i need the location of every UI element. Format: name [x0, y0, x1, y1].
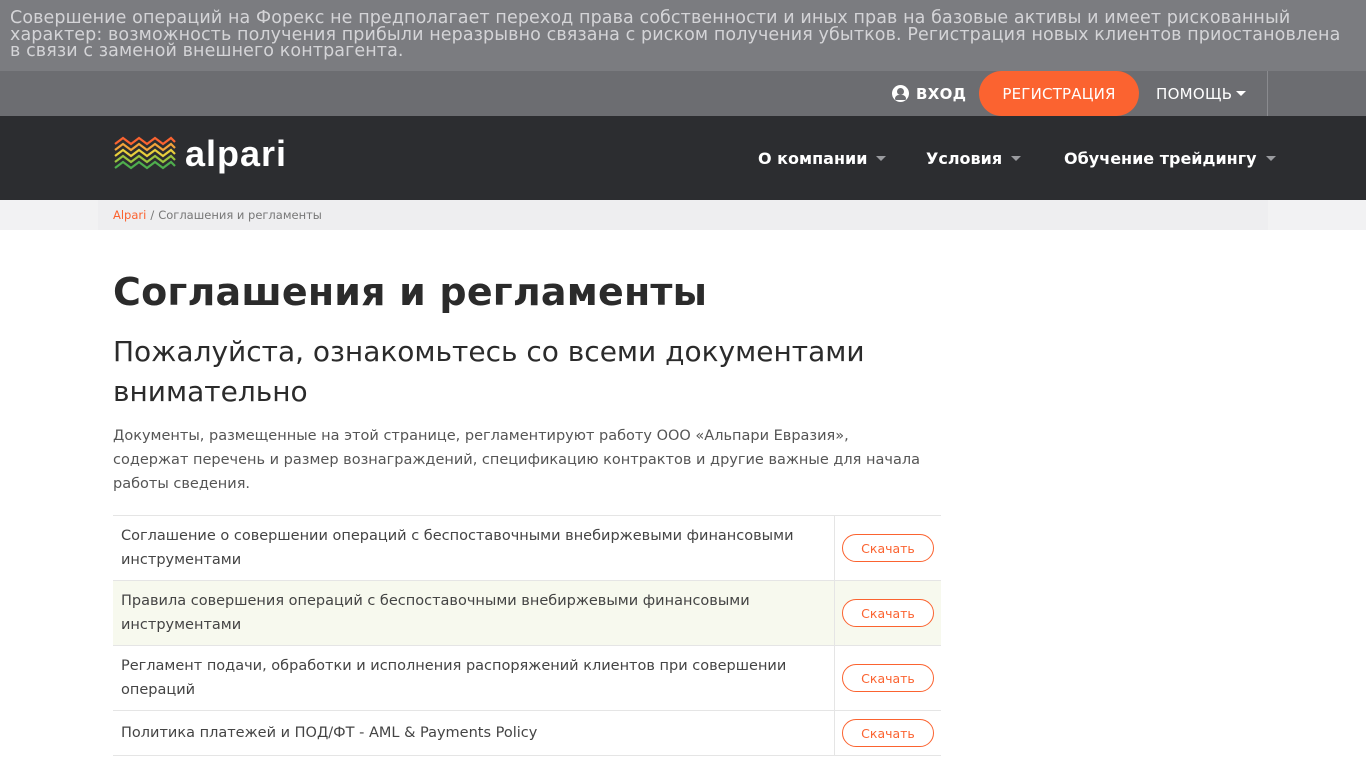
nav-item-education[interactable]: Обучение трейдингу: [1064, 116, 1276, 200]
nav-item-label: Обучение трейдингу: [1064, 148, 1257, 168]
help-menu[interactable]: ПОМОЩЬ: [1156, 71, 1247, 116]
table-row: Регламент подачи, обработки и исполнения…: [113, 646, 941, 711]
breadcrumb: Alpari / Соглашения и регламенты: [113, 200, 322, 230]
document-title: Правила совершения операций с беспоставо…: [113, 581, 835, 645]
table-row: Политика платежей и ПОД/ФТ - AML & Payme…: [113, 711, 941, 756]
download-button[interactable]: Скачать: [842, 534, 934, 562]
table-row: Правила совершения операций с беспоставо…: [113, 581, 941, 646]
document-action-cell: Скачать: [835, 581, 941, 645]
risk-warning-text: Совершение операций на Форекс не предпол…: [10, 8, 1341, 61]
user-bar: ВХОД РЕГИСТРАЦИЯ ПОМОЩЬ: [0, 71, 1366, 116]
document-action-cell: Скачать: [835, 516, 941, 580]
document-action-cell: Скачать: [835, 711, 941, 755]
help-label: ПОМОЩЬ: [1156, 84, 1233, 103]
breadcrumb-current: Соглашения и регламенты: [158, 208, 322, 222]
login-label: ВХОД: [916, 84, 967, 103]
register-button[interactable]: РЕГИСТРАЦИЯ: [979, 71, 1139, 116]
nav-item-company[interactable]: О компании: [758, 116, 887, 200]
breadcrumb-bar: Alpari / Соглашения и регламенты: [0, 200, 1366, 230]
chevron-down-icon: [1236, 91, 1247, 96]
download-button[interactable]: Скачать: [842, 664, 934, 692]
download-button[interactable]: Скачать: [842, 599, 934, 627]
alpari-waves-logo-icon: [114, 136, 176, 170]
user-circle-icon: [892, 85, 909, 102]
table-row: Соглашение о совершении операций с беспо…: [113, 516, 941, 581]
breadcrumb-home-link[interactable]: Alpari: [113, 208, 146, 222]
page-title: Соглашения и регламенты: [113, 270, 708, 314]
chevron-down-icon: [876, 155, 887, 161]
chevron-down-icon: [1265, 155, 1276, 161]
document-title: Соглашение о совершении операций с беспо…: [113, 516, 835, 580]
document-action-cell: Скачать: [835, 646, 941, 710]
login-link[interactable]: ВХОД: [892, 71, 966, 116]
risk-warning-banner: Совершение операций на Форекс не предпол…: [0, 0, 1366, 71]
page-subtitle: Пожалуйста, ознакомьтесь со всеми докуме…: [113, 335, 865, 408]
nav-item-label: О компании: [758, 148, 868, 168]
breadcrumb-separator: /: [150, 208, 155, 222]
documents-table: Соглашение о совершении операций с беспо…: [113, 515, 941, 756]
nav-item-label: Условия: [926, 148, 1003, 168]
chevron-down-icon: [1011, 155, 1022, 161]
logo-link[interactable]: alpari: [113, 130, 287, 178]
logo-text: alpari: [185, 133, 288, 174]
nav-item-conditions[interactable]: Условия: [926, 116, 1022, 200]
document-title: Политика платежей и ПОД/ФТ - AML & Payme…: [113, 711, 835, 755]
divider: [1267, 71, 1268, 116]
download-button[interactable]: Скачать: [842, 719, 934, 747]
document-title: Регламент подачи, обработки и исполнения…: [113, 646, 835, 710]
page-intro: Документы, размещенные на этой странице,…: [113, 428, 920, 492]
main-navigation: alpari О компании Условия Обучение трейд…: [0, 116, 1366, 200]
